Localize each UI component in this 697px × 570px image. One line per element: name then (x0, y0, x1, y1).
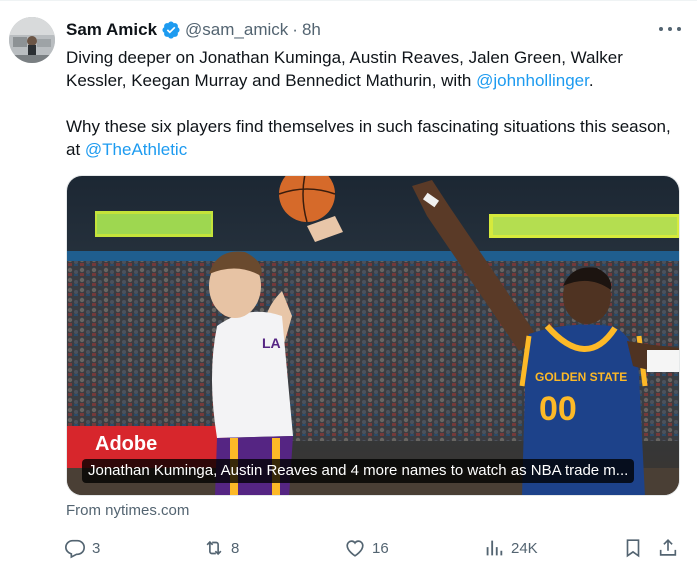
views-button[interactable]: 24K (483, 533, 538, 563)
views-icon (483, 537, 505, 559)
like-count: 16 (372, 539, 389, 557)
repost-count: 8 (231, 539, 240, 557)
banner-text: Adobe (95, 433, 157, 455)
tweet-actions: 3 8 16 24K (60, 533, 685, 563)
mention-link[interactable]: @johnhollinger (476, 71, 589, 90)
author-name[interactable]: Sam Amick (66, 20, 157, 40)
jersey-number-text: 00 (539, 390, 577, 428)
tweet-text: Diving deeper on Jonathan Kuminga, Austi… (66, 46, 686, 161)
reply-count: 3 (92, 539, 101, 557)
card-image: Adobe LA GOLDEN STATE 00 (67, 176, 679, 495)
tweet-timestamp[interactable]: 8h (302, 20, 321, 40)
separator-dot: · (292, 20, 298, 39)
card-title[interactable]: Jonathan Kuminga, Austin Reaves and 4 mo… (82, 459, 635, 483)
repost-icon (203, 537, 225, 559)
author-handle[interactable]: @sam_amick (185, 20, 288, 40)
tweet-paragraph-1: Diving deeper on Jonathan Kuminga, Austi… (66, 46, 686, 92)
reply-button[interactable]: 3 (64, 533, 100, 563)
jersey-team-text: GOLDEN STATE (535, 370, 627, 384)
tweet-header: Sam Amick @sam_amick · 8h (66, 19, 677, 41)
verified-badge-icon (161, 20, 181, 40)
like-icon (344, 537, 366, 559)
tweet[interactable]: Sam Amick @sam_amick · 8h Diving deeper … (0, 0, 697, 570)
like-button[interactable]: 16 (344, 533, 389, 563)
tweet-text-segment: . (588, 71, 594, 90)
link-card[interactable]: Adobe LA GOLDEN STATE 00 Jonathan Kuming… (66, 175, 680, 496)
bookmark-icon (622, 537, 644, 559)
tweet-paragraph-2: Why these six players find themselves in… (66, 115, 686, 161)
mention-link[interactable]: @TheAthletic (85, 140, 187, 159)
svg-text:LA: LA (262, 335, 281, 351)
bookmark-button[interactable] (622, 533, 644, 563)
reply-icon (64, 537, 86, 559)
share-button[interactable] (657, 533, 679, 563)
views-count: 24K (511, 539, 538, 557)
avatar-image (9, 17, 55, 63)
avatar[interactable] (9, 17, 55, 63)
more-icon[interactable] (659, 21, 681, 37)
card-source[interactable]: From nytimes.com (66, 502, 189, 519)
share-icon (657, 537, 679, 559)
repost-button[interactable]: 8 (203, 533, 239, 563)
